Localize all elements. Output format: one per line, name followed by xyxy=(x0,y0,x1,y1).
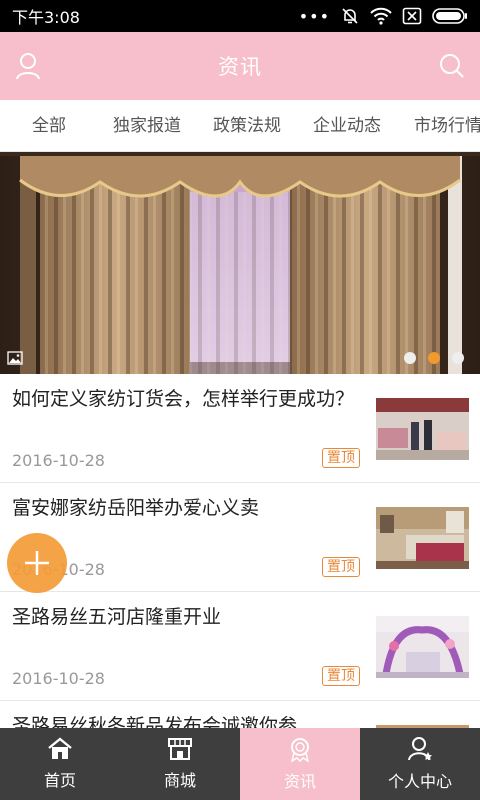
add-button[interactable] xyxy=(7,533,67,593)
news-date: 2016-10-28 xyxy=(12,451,105,470)
banner-curtain-image xyxy=(0,152,480,374)
nav-news[interactable]: 资讯 xyxy=(240,728,360,800)
news-item[interactable]: 圣路易丝五河店隆重开业 2016-10-28 置顶 xyxy=(0,592,480,701)
battery-icon xyxy=(432,8,467,24)
carousel-dot-active[interactable] xyxy=(428,352,440,364)
more-dots-icon: ••• xyxy=(298,6,330,26)
tab-policy[interactable]: 政策法规 xyxy=(213,100,281,151)
pinned-badge: 置顶 xyxy=(322,666,360,686)
image-icon xyxy=(7,351,23,365)
profile-icon xyxy=(408,737,432,761)
pinned-badge: 置顶 xyxy=(322,448,360,468)
plus-icon xyxy=(25,551,49,575)
category-tabs: 全部 独家报道 政策法规 企业动态 市场行情 xyxy=(0,100,480,152)
nav-label: 首页 xyxy=(43,771,76,790)
wifi-icon xyxy=(370,7,392,25)
search-button[interactable] xyxy=(424,32,480,100)
carousel-indicators xyxy=(404,352,464,364)
status-icons: ••• xyxy=(299,6,468,26)
store-icon xyxy=(168,738,192,760)
tab-exclusive[interactable]: 独家报道 xyxy=(113,100,181,151)
news-date: 2016-10-28 xyxy=(12,669,105,688)
news-thumbnail xyxy=(376,616,469,678)
news-title: 富安娜家纺岳阳举办爱心义卖 xyxy=(12,497,260,519)
nav-label: 商城 xyxy=(163,771,196,790)
search-icon xyxy=(440,54,464,78)
news-item[interactable]: 如何定义家纺订货会，怎样举行更成功？ 2016-10-28 置顶 xyxy=(0,374,480,483)
banner-carousel[interactable] xyxy=(0,152,480,374)
user-icon xyxy=(16,53,40,80)
pinned-badge: 置顶 xyxy=(322,557,360,577)
nav-label: 资讯 xyxy=(283,772,316,791)
carousel-dot[interactable] xyxy=(404,352,416,364)
home-icon xyxy=(48,737,72,759)
tab-all[interactable]: 全部 xyxy=(32,100,66,151)
tab-market[interactable]: 市场行情 xyxy=(414,100,480,151)
tab-company-news[interactable]: 企业动态 xyxy=(313,100,381,151)
sim-off-icon xyxy=(402,7,422,25)
news-title: 如何定义家纺订货会，怎样举行更成功？ xyxy=(12,388,355,410)
news-thumbnail xyxy=(376,398,469,460)
mute-bell-icon xyxy=(342,8,358,24)
nav-home[interactable]: 首页 xyxy=(0,728,120,800)
news-title: 圣路易丝五河店隆重开业 xyxy=(12,606,222,628)
nav-label: 个人中心 xyxy=(387,772,452,791)
news-icon xyxy=(290,738,310,762)
status-bar: 下午3:08 ••• xyxy=(0,0,480,32)
news-thumbnail xyxy=(376,507,469,569)
carousel-dot[interactable] xyxy=(452,352,464,364)
status-time: 下午3:08 xyxy=(12,8,80,27)
nav-store[interactable]: 商城 xyxy=(120,728,240,800)
app-header: 资讯 xyxy=(0,32,480,100)
nav-profile[interactable]: 个人中心 xyxy=(360,728,480,800)
news-item[interactable]: 富安娜家纺岳阳举办爱心义卖 2016-10-28 置顶 xyxy=(0,483,480,592)
user-button[interactable] xyxy=(0,32,56,100)
page-title: 资讯 xyxy=(218,55,262,79)
bottom-nav: 首页 商城 资讯 个人中心 xyxy=(0,728,480,800)
